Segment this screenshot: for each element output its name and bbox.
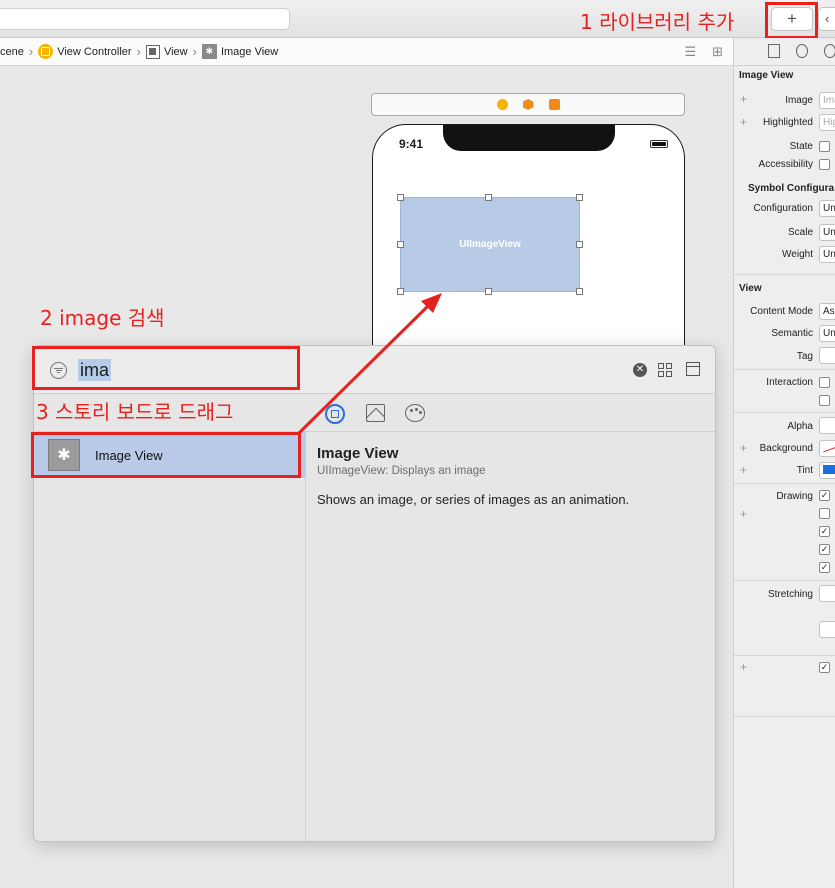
semantic-label: Semantic [771,328,813,339]
history-inspector-icon[interactable] [796,44,808,58]
content-mode-select[interactable]: As [819,303,835,320]
opaque-checkbox[interactable]: ✓ [819,490,830,501]
image-label: Image [785,95,813,106]
weight-label: Weight [782,249,813,260]
hidden-checkbox[interactable] [819,508,830,519]
file-inspector-icon[interactable] [768,44,780,58]
highlighted-label: Highlighted [762,117,813,128]
tint-label: Tint [796,465,813,476]
autoresize-subviews-checkbox[interactable]: ✓ [819,562,830,573]
multiple-touch-checkbox[interactable] [819,395,830,406]
add-variation-icon[interactable]: + [740,441,747,455]
section-divider [734,369,835,370]
weight-select[interactable]: Un [819,246,835,263]
stretching-width-field[interactable] [819,621,835,638]
image-view-section-title: Image View [739,70,794,81]
clears-context-checkbox[interactable]: ✓ [819,526,830,537]
view-section-title: View [739,283,762,294]
highlighted-field[interactable]: High [819,114,835,131]
configuration-select[interactable]: Un [819,200,835,217]
add-variation-icon[interactable]: + [740,115,747,129]
section-divider [734,483,835,484]
help-inspector-icon[interactable] [824,44,835,58]
drawing-label: Drawing [776,491,813,502]
section-divider [734,274,835,275]
state-checkbox[interactable] [819,141,830,152]
drag-arrow-line [296,304,430,436]
section-divider [734,716,835,717]
interaction-label: Interaction [766,377,813,388]
tag-label: Tag [796,351,813,362]
accessibility-checkbox[interactable] [819,159,830,170]
scale-label: Scale [787,227,813,238]
image-field[interactable]: Imag [819,92,835,109]
clip-bounds-checkbox[interactable]: ✓ [819,544,830,555]
tag-field[interactable] [819,347,835,364]
background-label: Background [759,443,813,454]
scale-select[interactable]: Un [819,224,835,241]
configuration-label: Configuration [753,203,813,214]
alpha-field[interactable] [819,417,835,434]
section-divider [734,655,835,656]
stretching-x-field[interactable] [819,585,835,602]
installed-checkbox[interactable]: ✓ [819,662,830,673]
add-variation-icon[interactable]: + [740,507,747,521]
section-divider [734,580,835,581]
attributes-inspector: Image View + Image Imag + Highlighted Hi… [733,38,835,888]
user-interaction-checkbox[interactable] [819,377,830,388]
alpha-label: Alpha [787,421,813,432]
accessibility-label: Accessibility [758,159,813,170]
add-variation-icon[interactable]: + [740,660,747,674]
state-label: State [789,141,813,152]
background-color-well[interactable] [819,440,835,457]
add-variation-icon[interactable]: + [740,463,747,477]
content-mode-label: Content Mode [750,306,813,317]
inspector-tabs [734,38,835,66]
section-divider [734,412,835,413]
symbol-configuration-title: Symbol Configura [748,183,835,194]
add-variation-icon[interactable]: + [740,92,747,106]
stretching-label: Stretching [767,589,813,600]
semantic-select[interactable]: Un [819,325,835,342]
tint-color-well[interactable] [819,462,835,479]
drag-arrow [296,293,442,436]
